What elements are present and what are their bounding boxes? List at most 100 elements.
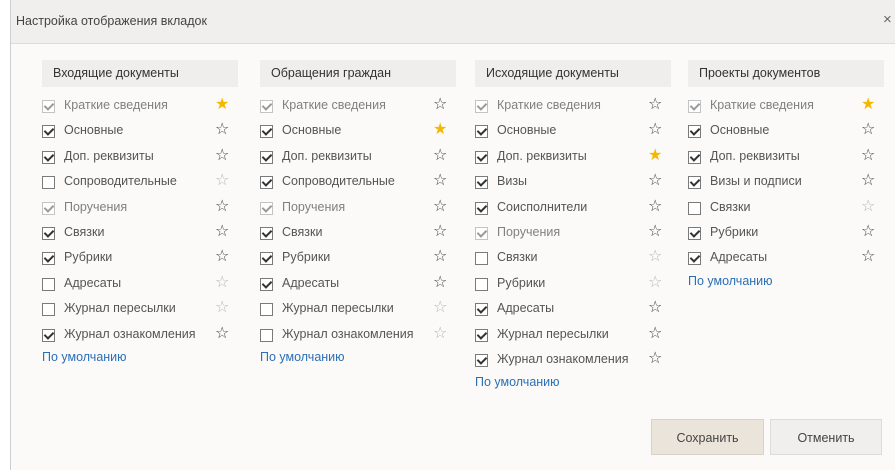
star-icon[interactable]: ☆ <box>648 170 662 192</box>
checkbox-icon[interactable] <box>42 277 55 291</box>
checkbox-icon[interactable] <box>42 125 55 139</box>
checkbox-icon[interactable] <box>688 201 701 215</box>
star-icon[interactable]: ☆ <box>433 221 447 243</box>
save-button[interactable]: Сохранить <box>651 419 764 455</box>
checkbox-icon[interactable] <box>475 353 488 367</box>
tab-option-row: Основные ☆ <box>688 119 884 144</box>
checkbox-icon[interactable] <box>475 201 488 215</box>
default-link[interactable]: По умолчанию <box>260 350 456 364</box>
star-icon[interactable]: ★ <box>433 119 447 141</box>
checkbox-icon[interactable] <box>475 277 488 291</box>
checkbox-icon[interactable] <box>688 150 701 164</box>
star-icon[interactable]: ★ <box>215 94 229 116</box>
star-icon[interactable]: ☆ <box>648 246 662 268</box>
checkbox-icon[interactable] <box>260 226 273 240</box>
star-icon[interactable]: ☆ <box>648 119 662 141</box>
checkbox-icon[interactable] <box>688 252 701 266</box>
column-header: Обращения граждан <box>260 60 456 87</box>
tab-option-label: Связки <box>282 224 323 239</box>
tab-option-row: Визы ☆ <box>475 170 671 195</box>
checkbox-icon <box>688 100 701 113</box>
star-icon[interactable]: ☆ <box>648 196 662 218</box>
star-icon[interactable]: ☆ <box>648 94 662 116</box>
star-icon[interactable]: ☆ <box>433 246 447 268</box>
tab-option-row: Журнал ознакомления ☆ <box>475 348 671 373</box>
checkbox-icon[interactable] <box>475 150 488 164</box>
column-items: Краткие сведения ☆ Основные ★ Доп. реквизиты… <box>260 94 456 348</box>
checkbox-icon[interactable] <box>475 303 488 317</box>
tab-option-label: Связки <box>497 250 538 265</box>
star-icon[interactable]: ☆ <box>433 170 447 192</box>
checkbox-icon[interactable] <box>260 150 273 164</box>
checkbox-icon[interactable] <box>475 252 488 266</box>
star-icon[interactable]: ☆ <box>215 323 229 345</box>
star-icon[interactable]: ☆ <box>433 196 447 218</box>
checkbox-icon[interactable] <box>475 125 488 139</box>
checkbox-icon[interactable] <box>260 125 273 139</box>
tab-option-row: Сопроводительные ☆ <box>42 170 238 195</box>
star-icon[interactable]: ☆ <box>215 297 229 319</box>
checkbox-icon[interactable] <box>42 226 55 240</box>
star-icon[interactable]: ☆ <box>215 196 229 218</box>
star-icon[interactable]: ☆ <box>861 119 875 141</box>
checkbox-icon[interactable] <box>42 176 55 190</box>
tab-option-label: Основные <box>497 123 557 138</box>
star-icon[interactable]: ☆ <box>433 145 447 167</box>
checkbox-icon[interactable] <box>260 277 273 291</box>
close-icon[interactable]: × <box>883 11 895 28</box>
checkbox-icon[interactable] <box>475 328 488 342</box>
tab-option-label: Сопроводительные <box>64 174 177 189</box>
checkbox-icon[interactable] <box>42 328 55 342</box>
checkbox-icon[interactable] <box>260 328 273 342</box>
tab-option-label: Сопроводительные <box>282 174 395 189</box>
checkbox-icon[interactable] <box>260 176 273 190</box>
tab-option-label: Основные <box>64 123 124 138</box>
default-link[interactable]: По умолчанию <box>42 350 238 364</box>
default-link[interactable]: По умолчанию <box>475 375 671 389</box>
tab-option-label: Визы <box>497 174 528 189</box>
column-outgoing: Исходящие документы Краткие сведения ☆ Осн… <box>475 60 671 389</box>
tab-option-label: Доп. реквизиты <box>497 148 587 163</box>
star-icon[interactable]: ☆ <box>433 297 447 319</box>
checkbox-icon[interactable] <box>260 252 273 266</box>
star-icon[interactable]: ☆ <box>433 272 447 294</box>
star-icon[interactable]: ★ <box>648 145 662 167</box>
star-icon[interactable]: ☆ <box>215 170 229 192</box>
star-icon[interactable]: ☆ <box>861 170 875 192</box>
star-icon[interactable]: ☆ <box>648 272 662 294</box>
star-icon[interactable]: ☆ <box>648 221 662 243</box>
star-icon[interactable]: ☆ <box>433 94 447 116</box>
cancel-button[interactable]: Отменить <box>770 419 882 455</box>
checkbox-icon <box>475 226 488 240</box>
checkbox-icon[interactable] <box>42 252 55 266</box>
checkbox-icon[interactable] <box>688 226 701 240</box>
tab-option-row: Краткие сведения ★ <box>42 94 238 119</box>
star-icon[interactable]: ☆ <box>861 221 875 243</box>
star-icon[interactable]: ☆ <box>433 323 447 345</box>
star-icon[interactable]: ☆ <box>215 221 229 243</box>
tab-option-row: Поручения ☆ <box>475 221 671 246</box>
checkbox-icon[interactable] <box>42 303 55 317</box>
checkbox-icon[interactable] <box>688 125 701 139</box>
default-link[interactable]: По умолчанию <box>688 274 884 288</box>
column-header: Проекты документов <box>688 60 884 87</box>
star-icon[interactable]: ★ <box>861 94 875 116</box>
checkbox-icon[interactable] <box>688 176 701 190</box>
star-icon[interactable]: ☆ <box>215 119 229 141</box>
star-icon[interactable]: ☆ <box>215 246 229 268</box>
star-icon[interactable]: ☆ <box>648 348 662 370</box>
star-icon[interactable]: ☆ <box>861 145 875 167</box>
tab-option-label: Связки <box>710 199 751 214</box>
star-icon[interactable]: ☆ <box>215 272 229 294</box>
star-icon[interactable]: ☆ <box>648 323 662 345</box>
star-icon[interactable]: ☆ <box>215 145 229 167</box>
star-icon[interactable]: ☆ <box>861 196 875 218</box>
tab-option-label: Журнал ознакомления <box>497 351 629 366</box>
column-header: Исходящие документы <box>475 60 671 87</box>
tab-option-label: Адресаты <box>64 275 122 290</box>
checkbox-icon[interactable] <box>260 303 273 317</box>
star-icon[interactable]: ☆ <box>861 246 875 268</box>
checkbox-icon[interactable] <box>475 176 488 190</box>
star-icon[interactable]: ☆ <box>648 297 662 319</box>
checkbox-icon[interactable] <box>42 150 55 164</box>
